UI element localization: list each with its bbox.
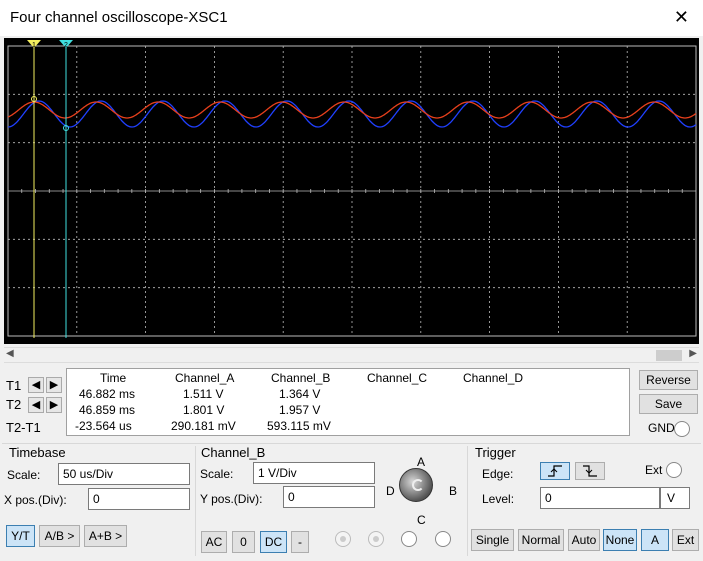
section-divider	[195, 446, 196, 556]
knob-arrow-icon	[412, 479, 424, 491]
left-arrow-icon[interactable]: ◀	[28, 377, 44, 393]
left-arrow-icon[interactable]: ◀	[28, 397, 44, 413]
trigger-none-button[interactable]: None	[603, 529, 637, 551]
mode-yt-button[interactable]: Y/T	[6, 525, 35, 547]
section-divider	[467, 446, 468, 556]
t2-channel-a: 1.801 V	[183, 403, 225, 417]
t1-channel-a: 1.511 V	[183, 387, 224, 401]
channel-a-radio[interactable]	[335, 531, 351, 547]
trigger-normal-button[interactable]: Normal	[518, 529, 564, 551]
invert-button[interactable]: -	[291, 531, 309, 553]
header-channel-a: Channel_A	[175, 371, 235, 385]
right-arrow-icon[interactable]: ▶	[46, 377, 62, 393]
trigger-ext-radio[interactable]	[666, 462, 682, 478]
channel-scale-field[interactable]: 1 V/Div	[253, 462, 375, 484]
falling-edge-icon[interactable]	[575, 462, 605, 480]
timebase-xpos-field[interactable]: 0	[88, 488, 190, 510]
diff-channel-a: 290.181 mV	[171, 419, 236, 433]
header-channel-d: Channel_D	[463, 371, 524, 385]
scope-svg: 1 2	[7, 40, 697, 338]
trigger-source-ext-button[interactable]: Ext	[672, 529, 699, 551]
oscilloscope-screen[interactable]: 1 2	[4, 38, 699, 344]
channel-d-radio[interactable]	[435, 531, 451, 547]
selector-b-label: B	[449, 484, 458, 498]
cursor-t1-label: T1	[6, 378, 22, 393]
rising-edge-glyph	[548, 465, 562, 477]
trigger-single-button[interactable]: Single	[471, 529, 514, 551]
cursor-controls: T1 ◀ ▶ T2 ◀ ▶ T2-T1	[2, 366, 66, 438]
trigger-level-field[interactable]: 0	[540, 487, 660, 509]
mode-aplusb-button[interactable]: A+B >	[84, 525, 127, 547]
scroll-right-icon[interactable]: ▶	[689, 348, 697, 359]
cursor-t2-label: T2	[6, 397, 22, 412]
diff-time: -23.564 us	[75, 419, 132, 433]
gnd-radio[interactable]	[674, 421, 690, 437]
trigger-source-a-button[interactable]: A	[641, 529, 669, 551]
cursor-1-mark: 1	[32, 42, 36, 49]
header-channel-b: Channel_B	[271, 371, 331, 385]
title-bar: Four channel oscilloscope-XSC1 ✕	[0, 0, 703, 36]
window-title: Four channel oscilloscope-XSC1	[10, 9, 228, 26]
rising-edge-icon[interactable]	[540, 462, 570, 480]
measurement-table: Time Channel_A Channel_B Channel_C Chann…	[66, 368, 630, 436]
header-channel-c: Channel_C	[367, 371, 428, 385]
channel-a-trace	[7, 101, 697, 119]
grid	[7, 46, 697, 336]
scroll-left-icon[interactable]: ◀	[6, 348, 14, 359]
channel-b-radio[interactable]	[368, 531, 384, 547]
timebase-xpos-label: X pos.(Div):	[4, 493, 67, 507]
t2-time: 46.859 ms	[79, 403, 136, 417]
falling-edge-glyph	[583, 465, 597, 477]
trigger-title: Trigger	[475, 445, 516, 460]
t1-time: 46.882 ms	[79, 387, 136, 401]
trigger-auto-button[interactable]: Auto	[568, 529, 600, 551]
trigger-level-label: Level:	[482, 492, 515, 506]
reverse-button[interactable]: Reverse	[639, 370, 698, 390]
selector-c-label: C	[417, 513, 426, 527]
trigger-edge-label: Edge:	[482, 467, 514, 481]
panel-divider	[2, 443, 701, 444]
mode-ab-button[interactable]: A/B >	[39, 525, 80, 547]
timebase-scale-label: Scale:	[7, 468, 41, 482]
coupling-dc-button[interactable]: DC	[260, 531, 287, 553]
gnd-label: GND	[648, 421, 675, 435]
t2-channel-b: 1.957 V	[279, 403, 321, 417]
diff-channel-b: 593.115 mV	[267, 419, 331, 433]
horizontal-scrollbar[interactable]: ◀ ▶	[4, 347, 699, 363]
header-time: Time	[100, 371, 127, 385]
coupling-zero-button[interactable]: 0	[232, 531, 255, 553]
trigger-level-unit[interactable]: V	[660, 487, 690, 509]
cursor-diff-label: T2-T1	[6, 420, 41, 435]
channel-c-radio[interactable]	[401, 531, 417, 547]
save-button[interactable]: Save	[639, 394, 698, 414]
channel-b-title: Channel_B	[201, 445, 266, 460]
channel-scale-label: Scale:	[200, 467, 234, 481]
right-arrow-icon[interactable]: ▶	[46, 397, 62, 413]
selector-a-label: A	[417, 455, 426, 469]
cursor-2-mark: 2	[64, 42, 68, 49]
coupling-ac-button[interactable]: AC	[201, 531, 227, 553]
selector-d-label: D	[386, 484, 395, 498]
trigger-ext-label: Ext	[645, 463, 663, 477]
timebase-title: Timebase	[9, 445, 66, 460]
channel-selector-knob[interactable]	[399, 468, 433, 502]
channel-ypos-field[interactable]: 0	[283, 486, 375, 508]
t1-channel-b: 1.364 V	[279, 387, 321, 401]
close-icon[interactable]: ✕	[674, 7, 689, 27]
channel-ypos-label: Y pos.(Div):	[200, 492, 263, 506]
timebase-scale-field[interactable]: 50 us/Div	[58, 463, 190, 485]
scroll-thumb[interactable]	[656, 350, 682, 361]
